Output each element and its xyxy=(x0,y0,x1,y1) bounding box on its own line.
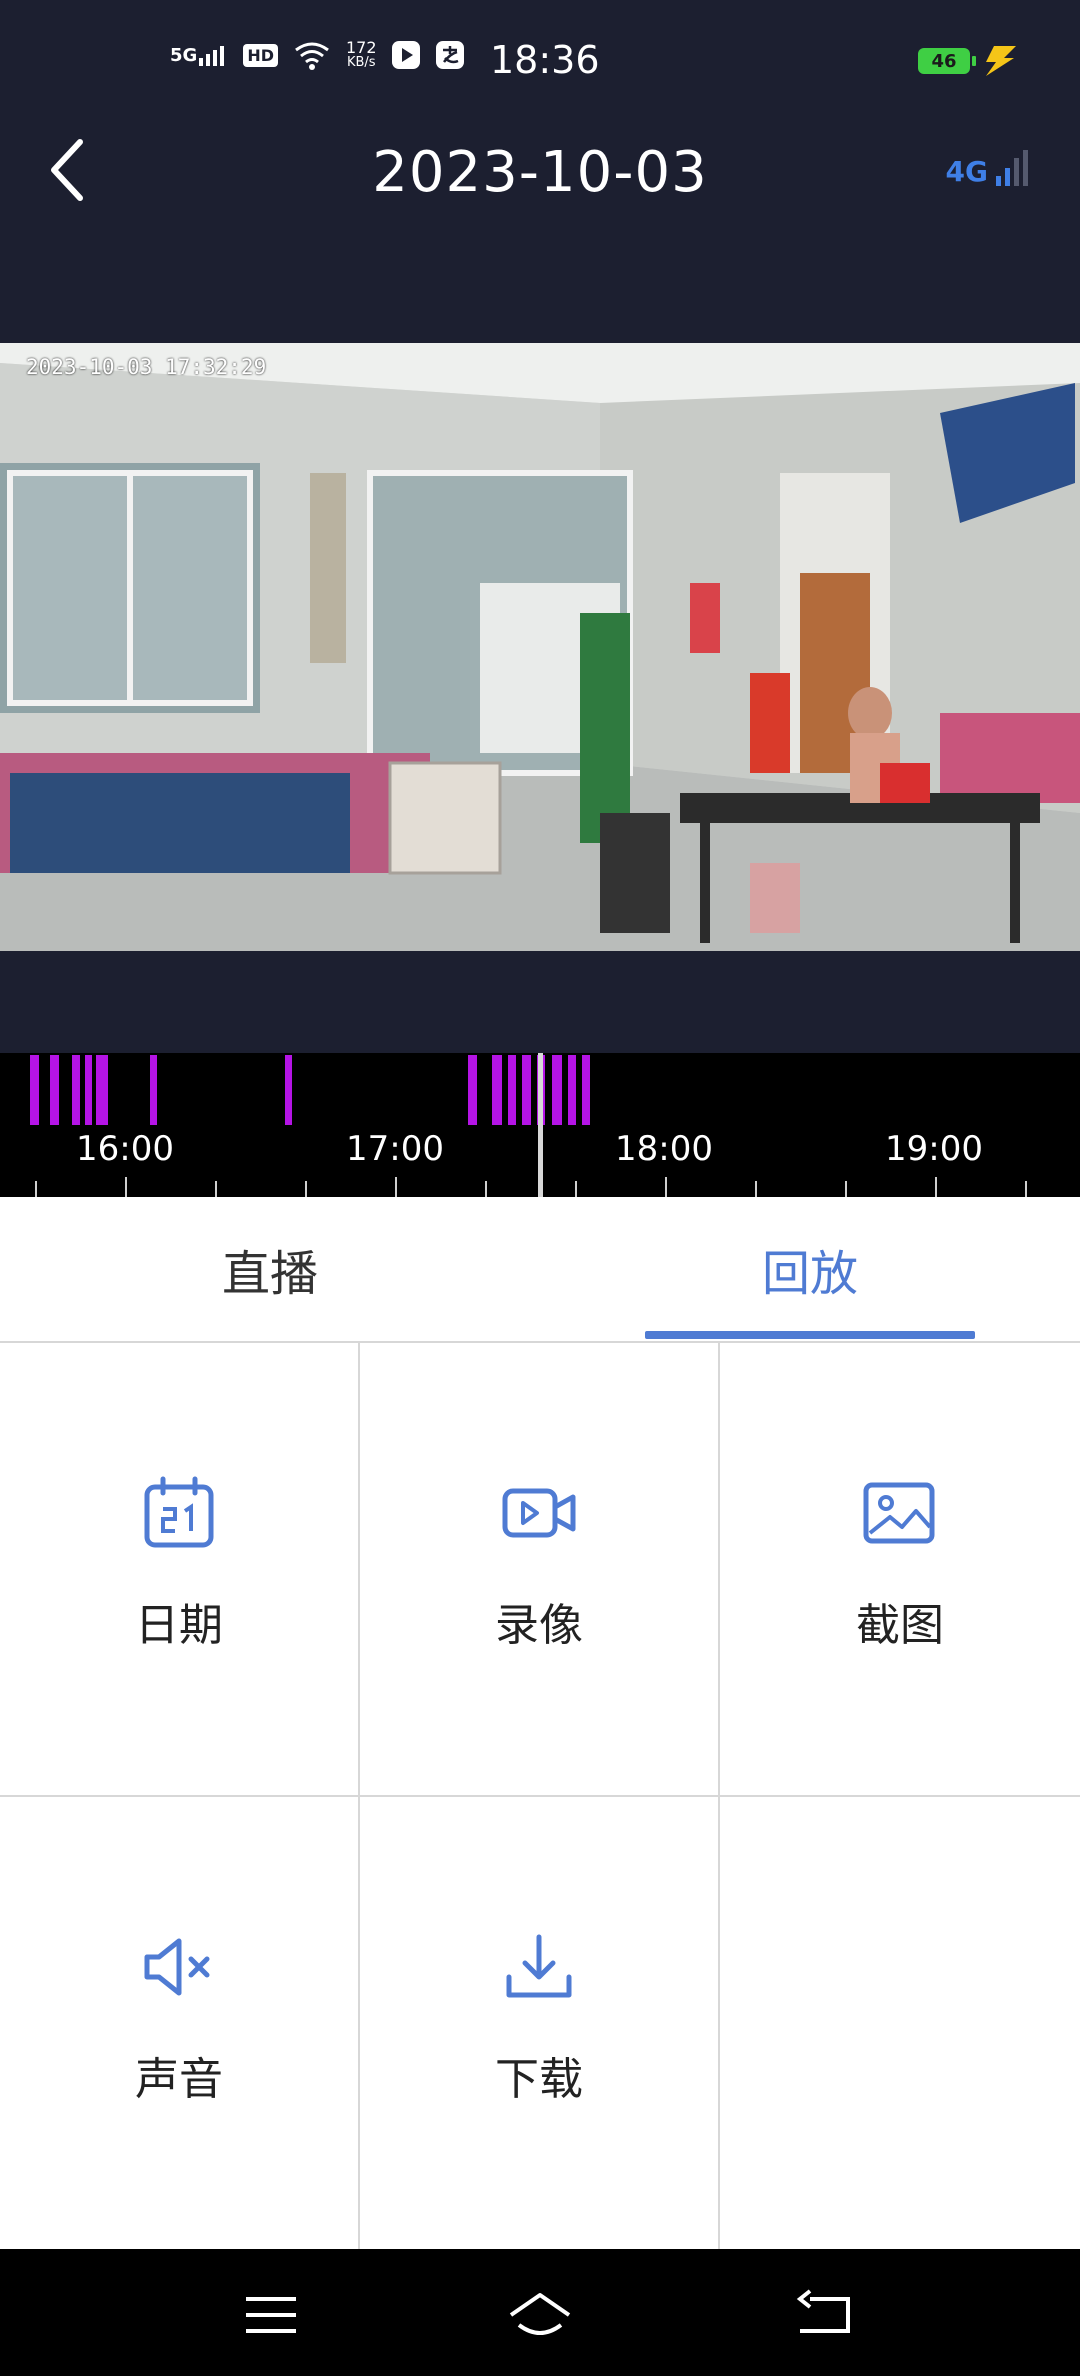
timeline-label: 16:00 xyxy=(76,1129,174,1169)
timeline-tick xyxy=(35,1181,37,1197)
page-title: 2023-10-03 xyxy=(372,140,708,205)
recording-segment xyxy=(552,1055,562,1125)
sound-label: 声音 xyxy=(135,2054,223,2105)
clock: 18:36 xyxy=(490,38,600,82)
status-right: 46 xyxy=(918,44,1020,78)
playhead[interactable] xyxy=(538,1053,543,1197)
battery-icon: 46 xyxy=(918,48,976,74)
video-camera-icon xyxy=(502,1488,576,1538)
network-indicator: 5G xyxy=(170,44,229,66)
status-icons: 5G HD 172 KB/s xyxy=(170,40,465,70)
timeline-tick xyxy=(665,1177,667,1197)
image-icon xyxy=(863,1482,935,1544)
recording-segment xyxy=(568,1055,576,1125)
timeline-tick xyxy=(575,1181,577,1197)
hd-badge: HD xyxy=(243,43,278,67)
timeline-tick xyxy=(125,1177,127,1197)
camera-signal-indicator: 4G xyxy=(946,148,1032,188)
timeline-label: 17:00 xyxy=(346,1129,444,1169)
sound-button[interactable]: 声音 xyxy=(0,1797,360,2249)
recording-segment xyxy=(30,1055,39,1125)
alipay-icon xyxy=(435,41,464,69)
status-bar: 5G HD 172 KB/s 18:36 46 xyxy=(0,0,1080,130)
recording-button[interactable]: 录像 xyxy=(360,1343,720,1797)
mode-tabs: 直播 回放 xyxy=(0,1197,1080,1341)
player-app-icon xyxy=(391,41,420,69)
menu-icon[interactable] xyxy=(236,2285,306,2345)
back-icon[interactable] xyxy=(790,2285,860,2345)
screenshot-label: 截图 xyxy=(856,1600,944,1651)
wifi-icon xyxy=(295,42,329,70)
recording-segment xyxy=(492,1055,502,1125)
home-icon[interactable] xyxy=(505,2285,575,2345)
recording-segment xyxy=(582,1055,590,1125)
action-grid: 日期 录像 截图 声音 下载 xyxy=(0,1341,1080,2251)
system-nav-bar xyxy=(0,2249,1080,2376)
tab-playback[interactable]: 回放 xyxy=(540,1197,1080,1341)
timeline-tick xyxy=(845,1181,847,1197)
charging-icon xyxy=(986,46,1016,76)
recording-segment xyxy=(72,1055,80,1125)
screenshot-button[interactable]: 截图 xyxy=(720,1343,1080,1797)
recording-segment xyxy=(285,1055,292,1125)
video-frame xyxy=(0,343,1080,951)
tab-live[interactable]: 直播 xyxy=(0,1197,540,1341)
date-label: 日期 xyxy=(135,1600,223,1651)
download-label: 下载 xyxy=(495,2054,583,2105)
cell-signal-icon xyxy=(199,46,225,66)
recording-label: 录像 xyxy=(495,1600,583,1651)
recording-segment xyxy=(85,1055,92,1125)
timeline-tick xyxy=(485,1181,487,1197)
recording-segment xyxy=(468,1055,477,1125)
timeline-tick xyxy=(305,1181,307,1197)
calendar-icon xyxy=(144,1476,214,1548)
speaker-muted-icon xyxy=(144,1938,210,1996)
video-timestamp: 2023-10-03 17:32:29 xyxy=(26,355,267,379)
download-button[interactable]: 下载 xyxy=(360,1797,720,2249)
recording-segment xyxy=(96,1055,108,1125)
recording-segment xyxy=(522,1055,531,1125)
recording-segment xyxy=(150,1055,157,1125)
date-button[interactable]: 日期 xyxy=(0,1343,360,1797)
timeline-tick xyxy=(395,1177,397,1197)
download-icon xyxy=(506,1934,572,1998)
timeline-tick xyxy=(755,1181,757,1197)
timeline-label: 18:00 xyxy=(615,1129,713,1169)
active-tab-indicator xyxy=(645,1331,975,1339)
timeline-label: 19:00 xyxy=(885,1129,983,1169)
timeline-tick xyxy=(215,1181,217,1197)
playback-timeline[interactable]: 16:00 17:00 18:00 19:00 xyxy=(0,1053,1080,1197)
recording-segment xyxy=(50,1055,59,1125)
net-speed: 172 KB/s xyxy=(345,38,377,71)
video-player[interactable]: 2023-10-03 17:32:29 xyxy=(0,343,1080,951)
control-panel: 直播 回放 日期 录像 截图 声音 下载 xyxy=(0,1197,1080,2249)
recording-segment xyxy=(508,1055,516,1125)
timeline-tick xyxy=(1025,1181,1027,1197)
signal-bars-icon xyxy=(996,150,1028,186)
timeline-tick xyxy=(935,1177,937,1197)
